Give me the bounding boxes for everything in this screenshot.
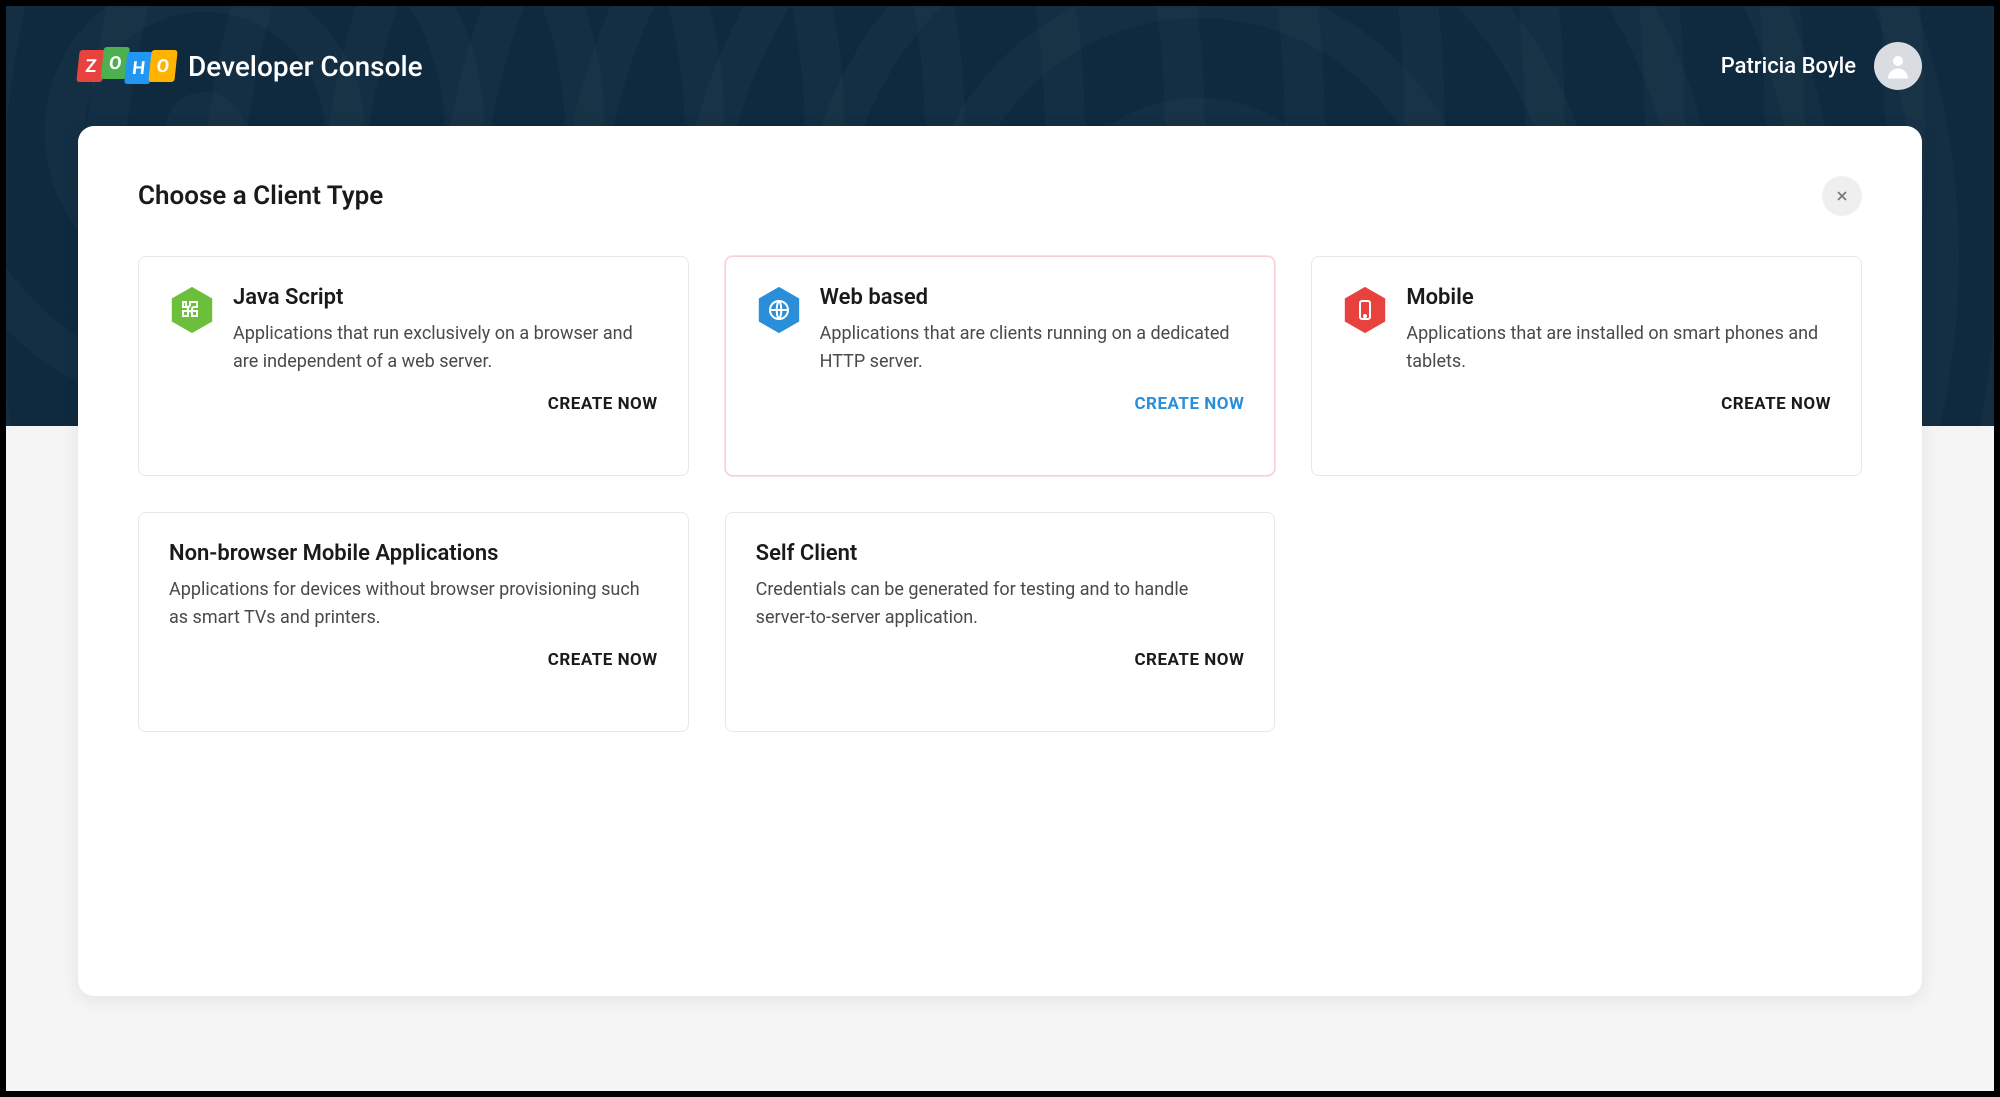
globe-icon [756,285,802,335]
create-now-button[interactable]: CREATE NOW [1721,394,1831,414]
card-desc: Applications that run exclusively on a b… [233,320,658,376]
client-card-javascript[interactable]: Java Script Applications that run exclus… [138,256,689,476]
close-button[interactable] [1822,176,1862,216]
panel-header: Choose a Client Type [138,176,1862,216]
zoho-logo: Z O H O [78,50,174,82]
brand: Z O H O Developer Console [78,50,423,83]
client-card-web-based[interactable]: Web based Applications that are clients … [725,256,1276,476]
card-desc: Credentials can be generated for testing… [756,576,1245,632]
phone-icon [1342,285,1388,335]
card-desc: Applications that are installed on smart… [1406,320,1831,376]
card-title: Self Client [756,541,1245,566]
card-title: Non-browser Mobile Applications [169,541,658,566]
card-title: Mobile [1406,285,1831,310]
client-card-non-browser-mobile[interactable]: Non-browser Mobile Applications Applicat… [138,512,689,732]
app-title: Developer Console [188,50,423,83]
avatar-icon [1883,51,1913,81]
user-area[interactable]: Patricia Boyle [1721,42,1922,90]
card-title: Java Script [233,285,658,310]
client-type-panel: Choose a Client Type Java Script Applica… [78,126,1922,996]
client-type-cards: Java Script Applications that run exclus… [138,256,1862,732]
avatar[interactable] [1874,42,1922,90]
app-frame: Z O H O Developer Console Patricia Boyle… [0,0,2000,1097]
app-inner: Z O H O Developer Console Patricia Boyle… [6,6,1994,1091]
panel-title: Choose a Client Type [138,181,383,211]
create-now-button[interactable]: CREATE NOW [548,394,658,414]
create-now-button[interactable]: CREATE NOW [1134,650,1244,670]
card-desc: Applications that are clients running on… [820,320,1245,376]
create-now-button[interactable]: CREATE NOW [548,650,658,670]
topbar: Z O H O Developer Console Patricia Boyle [6,6,1994,126]
puzzle-icon [169,285,215,335]
card-title: Web based [820,285,1245,310]
create-now-button[interactable]: CREATE NOW [1134,394,1244,414]
client-card-self-client[interactable]: Self Client Credentials can be generated… [725,512,1276,732]
card-desc: Applications for devices without browser… [169,576,658,632]
logo-letter-o2: O [148,50,177,82]
close-icon [1834,188,1850,204]
user-name: Patricia Boyle [1721,54,1856,79]
client-card-mobile[interactable]: Mobile Applications that are installed o… [1311,256,1862,476]
